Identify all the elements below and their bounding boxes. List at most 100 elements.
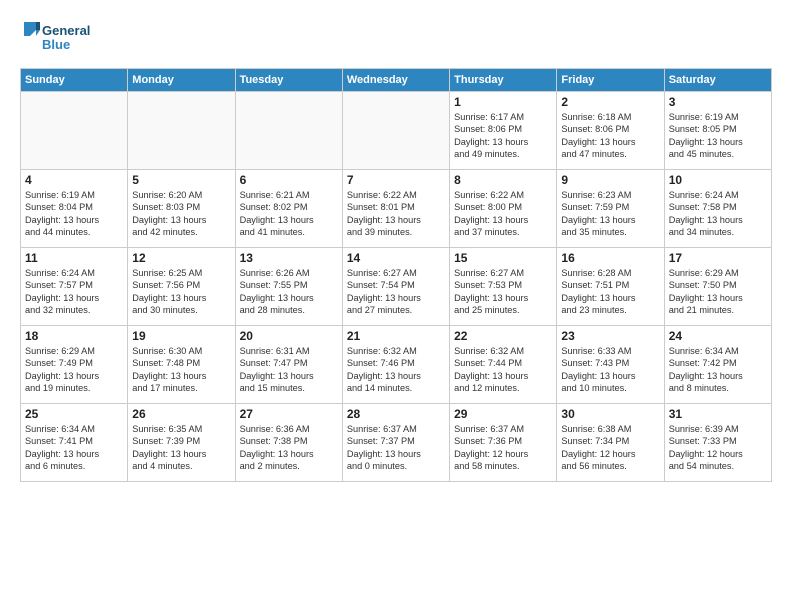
day-number: 13 (240, 251, 338, 265)
day-info: Sunrise: 6:24 AM Sunset: 7:57 PM Dayligh… (25, 267, 123, 317)
day-info: Sunrise: 6:36 AM Sunset: 7:38 PM Dayligh… (240, 423, 338, 473)
day-info: Sunrise: 6:22 AM Sunset: 8:01 PM Dayligh… (347, 189, 445, 239)
day-info: Sunrise: 6:34 AM Sunset: 7:41 PM Dayligh… (25, 423, 123, 473)
calendar-cell: 10Sunrise: 6:24 AM Sunset: 7:58 PM Dayli… (664, 170, 771, 248)
day-info: Sunrise: 6:22 AM Sunset: 8:00 PM Dayligh… (454, 189, 552, 239)
day-number: 17 (669, 251, 767, 265)
day-info: Sunrise: 6:27 AM Sunset: 7:54 PM Dayligh… (347, 267, 445, 317)
calendar-cell: 27 Sunrise: 6:36 AM Sunset: 7:38 PM Dayli… (235, 404, 342, 482)
day-number: 9 (561, 173, 659, 187)
day-number: 29 (454, 407, 552, 421)
calendar-cell: 31 Sunrise: 6:39 AM Sunset: 7:33 PM Dayli… (664, 404, 771, 482)
calendar-week-3: 18Sunrise: 6:29 AM Sunset: 7:49 PM Dayli… (21, 326, 772, 404)
day-number: 27 (240, 407, 338, 421)
day-info: Sunrise: 6:21 AM Sunset: 8:02 PM Dayligh… (240, 189, 338, 239)
weekday-thursday: Thursday (450, 69, 557, 92)
calendar-cell: 26 Sunrise: 6:35 AM Sunset: 7:39 PM Dayli… (128, 404, 235, 482)
day-number: 5 (132, 173, 230, 187)
day-number: 20 (240, 329, 338, 343)
day-number: 25 (25, 407, 123, 421)
calendar-cell (342, 92, 449, 170)
svg-text:General: General (42, 23, 90, 38)
calendar-cell: 23 Sunrise: 6:33 AM Sunset: 7:43 PM Dayli… (557, 326, 664, 404)
logo: General Blue (20, 18, 110, 58)
page: General Blue SundayMondayTuesdayWednesda… (0, 0, 792, 612)
calendar-cell: 6 Sunrise: 6:21 AM Sunset: 8:02 PM Daylig… (235, 170, 342, 248)
day-info: Sunrise: 6:20 AM Sunset: 8:03 PM Dayligh… (132, 189, 230, 239)
day-number: 22 (454, 329, 552, 343)
day-number: 16 (561, 251, 659, 265)
day-info: Sunrise: 6:32 AM Sunset: 7:44 PM Dayligh… (454, 345, 552, 395)
calendar-cell: 21 Sunrise: 6:32 AM Sunset: 7:46 PM Dayli… (342, 326, 449, 404)
calendar-week-0: 1 Sunrise: 6:17 AM Sunset: 8:06 PM Daylig… (21, 92, 772, 170)
day-number: 26 (132, 407, 230, 421)
weekday-saturday: Saturday (664, 69, 771, 92)
day-number: 31 (669, 407, 767, 421)
calendar-cell: 1 Sunrise: 6:17 AM Sunset: 8:06 PM Daylig… (450, 92, 557, 170)
day-info: Sunrise: 6:39 AM Sunset: 7:33 PM Dayligh… (669, 423, 767, 473)
calendar-cell: 20Sunrise: 6:31 AM Sunset: 7:47 PM Dayli… (235, 326, 342, 404)
day-number: 30 (561, 407, 659, 421)
day-number: 24 (669, 329, 767, 343)
weekday-wednesday: Wednesday (342, 69, 449, 92)
day-info: Sunrise: 6:27 AM Sunset: 7:53 PM Dayligh… (454, 267, 552, 317)
day-info: Sunrise: 6:17 AM Sunset: 8:06 PM Dayligh… (454, 111, 552, 161)
day-number: 15 (454, 251, 552, 265)
day-info: Sunrise: 6:33 AM Sunset: 7:43 PM Dayligh… (561, 345, 659, 395)
day-number: 11 (25, 251, 123, 265)
day-info: Sunrise: 6:38 AM Sunset: 7:34 PM Dayligh… (561, 423, 659, 473)
calendar-week-2: 11 Sunrise: 6:24 AM Sunset: 7:57 PM Dayli… (21, 248, 772, 326)
calendar-cell (21, 92, 128, 170)
calendar-week-1: 4 Sunrise: 6:19 AM Sunset: 8:04 PM Daylig… (21, 170, 772, 248)
day-info: Sunrise: 6:18 AM Sunset: 8:06 PM Dayligh… (561, 111, 659, 161)
day-number: 3 (669, 95, 767, 109)
day-info: Sunrise: 6:25 AM Sunset: 7:56 PM Dayligh… (132, 267, 230, 317)
day-number: 18 (25, 329, 123, 343)
day-number: 12 (132, 251, 230, 265)
day-info: Sunrise: 6:32 AM Sunset: 7:46 PM Dayligh… (347, 345, 445, 395)
calendar-week-4: 25 Sunrise: 6:34 AM Sunset: 7:41 PM Dayli… (21, 404, 772, 482)
calendar-cell: 17 Sunrise: 6:29 AM Sunset: 7:50 PM Dayli… (664, 248, 771, 326)
calendar-cell: 14 Sunrise: 6:27 AM Sunset: 7:54 PM Dayli… (342, 248, 449, 326)
calendar-cell: 11 Sunrise: 6:24 AM Sunset: 7:57 PM Dayli… (21, 248, 128, 326)
calendar-cell: 7Sunrise: 6:22 AM Sunset: 8:01 PM Daylig… (342, 170, 449, 248)
day-info: Sunrise: 6:24 AM Sunset: 7:58 PM Dayligh… (669, 189, 767, 239)
weekday-friday: Friday (557, 69, 664, 92)
day-number: 23 (561, 329, 659, 343)
calendar-cell: 22 Sunrise: 6:32 AM Sunset: 7:44 PM Dayli… (450, 326, 557, 404)
calendar-cell: 18Sunrise: 6:29 AM Sunset: 7:49 PM Dayli… (21, 326, 128, 404)
day-info: Sunrise: 6:19 AM Sunset: 8:04 PM Dayligh… (25, 189, 123, 239)
day-number: 6 (240, 173, 338, 187)
day-info: Sunrise: 6:34 AM Sunset: 7:42 PM Dayligh… (669, 345, 767, 395)
calendar-cell: 29 Sunrise: 6:37 AM Sunset: 7:36 PM Dayli… (450, 404, 557, 482)
day-number: 4 (25, 173, 123, 187)
day-info: Sunrise: 6:29 AM Sunset: 7:50 PM Dayligh… (669, 267, 767, 317)
day-info: Sunrise: 6:37 AM Sunset: 7:37 PM Dayligh… (347, 423, 445, 473)
day-info: Sunrise: 6:37 AM Sunset: 7:36 PM Dayligh… (454, 423, 552, 473)
day-number: 8 (454, 173, 552, 187)
day-info: Sunrise: 6:30 AM Sunset: 7:48 PM Dayligh… (132, 345, 230, 395)
calendar-cell: 12 Sunrise: 6:25 AM Sunset: 7:56 PM Dayli… (128, 248, 235, 326)
day-number: 2 (561, 95, 659, 109)
day-info: Sunrise: 6:35 AM Sunset: 7:39 PM Dayligh… (132, 423, 230, 473)
day-number: 28 (347, 407, 445, 421)
day-number: 21 (347, 329, 445, 343)
calendar-cell: 13Sunrise: 6:26 AM Sunset: 7:55 PM Dayli… (235, 248, 342, 326)
calendar-cell: 3Sunrise: 6:19 AM Sunset: 8:05 PM Daylig… (664, 92, 771, 170)
calendar-cell: 8 Sunrise: 6:22 AM Sunset: 8:00 PM Daylig… (450, 170, 557, 248)
day-number: 1 (454, 95, 552, 109)
svg-text:Blue: Blue (42, 37, 70, 52)
calendar-cell: 24 Sunrise: 6:34 AM Sunset: 7:42 PM Dayli… (664, 326, 771, 404)
calendar: SundayMondayTuesdayWednesdayThursdayFrid… (20, 68, 772, 482)
calendar-cell: 25 Sunrise: 6:34 AM Sunset: 7:41 PM Dayli… (21, 404, 128, 482)
weekday-monday: Monday (128, 69, 235, 92)
day-number: 14 (347, 251, 445, 265)
day-info: Sunrise: 6:28 AM Sunset: 7:51 PM Dayligh… (561, 267, 659, 317)
calendar-cell: 5 Sunrise: 6:20 AM Sunset: 8:03 PM Daylig… (128, 170, 235, 248)
weekday-sunday: Sunday (21, 69, 128, 92)
day-info: Sunrise: 6:23 AM Sunset: 7:59 PM Dayligh… (561, 189, 659, 239)
calendar-cell (235, 92, 342, 170)
weekday-header-row: SundayMondayTuesdayWednesdayThursdayFrid… (21, 69, 772, 92)
calendar-cell: 19Sunrise: 6:30 AM Sunset: 7:48 PM Dayli… (128, 326, 235, 404)
calendar-cell: 28 Sunrise: 6:37 AM Sunset: 7:37 PM Dayli… (342, 404, 449, 482)
